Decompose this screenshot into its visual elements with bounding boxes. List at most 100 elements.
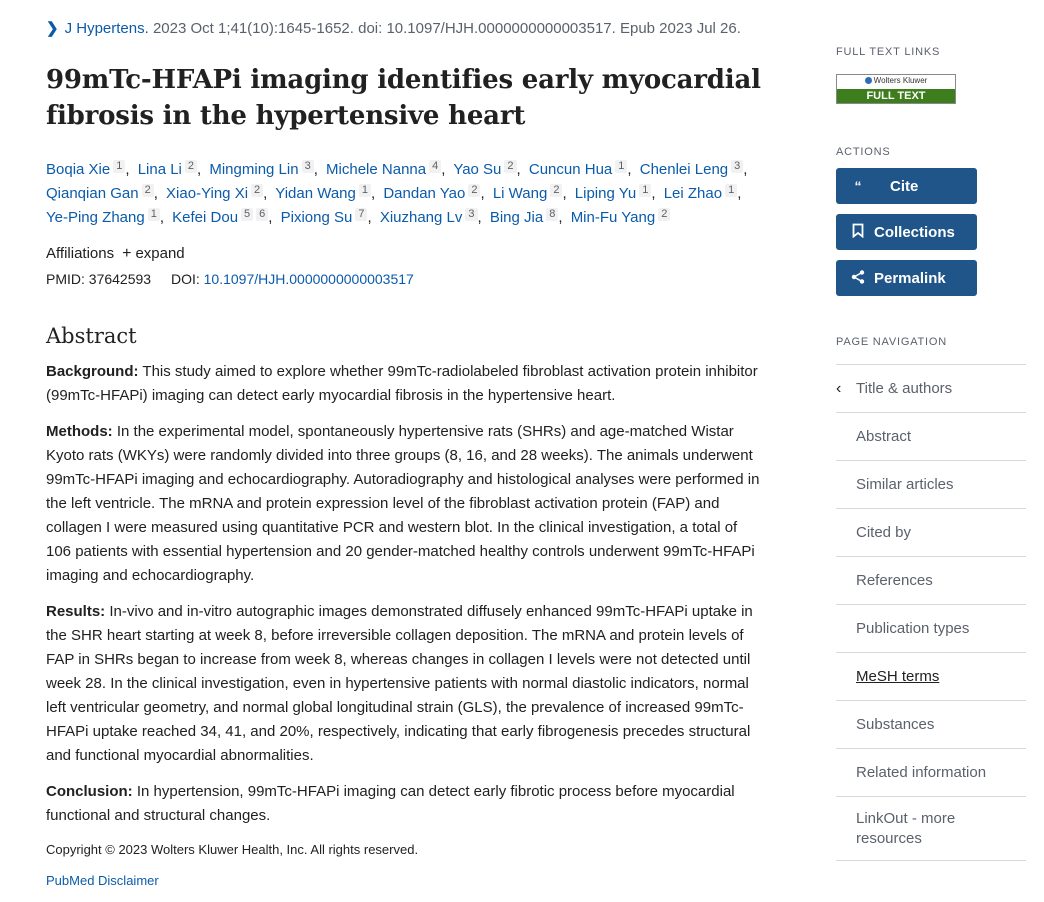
author-link[interactable]: Lei Zhao 1 xyxy=(664,184,738,202)
author-link[interactable]: Qianqian Gan 2 xyxy=(46,184,154,202)
author-link[interactable]: Lina Li 2 xyxy=(138,160,198,178)
author-link[interactable]: Liping Yu 1 xyxy=(575,184,652,202)
nav-label: Substances xyxy=(856,716,935,733)
author-link[interactable]: Boqia Xie 1 xyxy=(46,160,126,178)
plus-icon[interactable]: + xyxy=(122,245,131,262)
expand-label[interactable]: expand xyxy=(135,245,184,262)
author-link[interactable]: Yao Su 2 xyxy=(453,160,517,178)
chevron-left-icon: ‹ xyxy=(836,379,842,397)
permalink-button[interactable]: Permalink xyxy=(836,260,977,296)
chevron-right-icon[interactable]: ❯ xyxy=(46,20,59,37)
full-text-label: FULL TEXT xyxy=(837,89,955,103)
nav-label: Related information xyxy=(856,764,987,781)
author-name[interactable]: Lei Zhao xyxy=(664,185,722,202)
affiliation-number[interactable]: 4 xyxy=(429,160,442,173)
author-link[interactable]: Xiuzhang Lv 3 xyxy=(380,208,478,226)
affiliation-number[interactable]: 3 xyxy=(465,208,478,221)
author-name[interactable]: Pixiong Su xyxy=(281,209,353,226)
full-text-logo-link[interactable]: Wolters Kluwer FULL TEXT xyxy=(836,74,956,104)
affiliation-number[interactable]: 7 xyxy=(355,208,368,221)
author-name[interactable]: Yao Su xyxy=(453,161,501,178)
logo-brand-text: Wolters Kluwer xyxy=(873,76,928,85)
abstract-text: In-vivo and in-vitro autographic images … xyxy=(46,603,753,764)
author-name[interactable]: Michele Nanna xyxy=(326,161,426,178)
author-name[interactable]: Min-Fu Yang xyxy=(571,209,656,226)
author-link[interactable]: Li Wang 2 xyxy=(493,184,563,202)
affiliation-number[interactable]: 2 xyxy=(184,160,198,173)
author-link[interactable]: Michele Nanna 4 xyxy=(326,160,442,178)
affiliation-number[interactable]: 3 xyxy=(301,160,314,173)
author-name[interactable]: Cuncun Hua xyxy=(529,161,612,178)
cite-button[interactable]: “ Cite xyxy=(836,168,977,204)
affiliation-number[interactable]: 5 xyxy=(241,208,254,221)
author-separator: , xyxy=(562,185,567,202)
author-name[interactable]: Yidan Wang xyxy=(275,185,356,202)
nav-similar-articles[interactable]: Similar articles xyxy=(836,461,1026,509)
author-name[interactable]: Li Wang xyxy=(493,185,547,202)
author-name[interactable]: Boqia Xie xyxy=(46,161,110,178)
page-navigation: ‹ Title & authors Abstract Similar articl… xyxy=(836,364,1026,861)
affiliation-number[interactable]: 6 xyxy=(256,208,269,221)
nav-abstract[interactable]: Abstract xyxy=(836,413,1026,461)
abstract-methods: Methods: In the experimental model, spon… xyxy=(46,420,766,588)
author-link[interactable]: Mingming Lin 3 xyxy=(209,160,314,178)
affiliation-number[interactable]: 2 xyxy=(141,184,154,197)
affiliation-number[interactable]: 2 xyxy=(658,208,671,221)
author-separator: , xyxy=(558,209,563,226)
collections-button[interactable]: Collections xyxy=(836,214,977,250)
nav-linkout[interactable]: LinkOut - more resources xyxy=(836,797,1026,861)
pubmed-disclaimer-link[interactable]: PubMed Disclaimer xyxy=(46,873,766,888)
author-link[interactable]: Bing Jia 8 xyxy=(490,208,559,226)
author-link[interactable]: Chenlei Leng 3 xyxy=(640,160,744,178)
author-separator: , xyxy=(627,161,632,178)
article-title: 99mTc-HFAPi imaging identifies early myo… xyxy=(46,62,766,134)
author-name[interactable]: Xiao-Ying Xi xyxy=(166,185,248,202)
affiliation-number[interactable]: 1 xyxy=(725,184,738,197)
affiliation-number[interactable]: 3 xyxy=(731,160,744,173)
affiliation-number[interactable]: 1 xyxy=(358,184,371,197)
nav-related-information[interactable]: Related information xyxy=(836,749,1026,797)
author-name[interactable]: Mingming Lin xyxy=(209,161,298,178)
author-link[interactable]: Pixiong Su 7 xyxy=(281,208,368,226)
affiliation-number[interactable]: 1 xyxy=(113,160,126,173)
author-name[interactable]: Lina Li xyxy=(138,161,182,178)
nav-cited-by[interactable]: Cited by xyxy=(836,509,1026,557)
author-name[interactable]: Chenlei Leng xyxy=(640,161,728,178)
author-link[interactable]: Xiao-Ying Xi 2 xyxy=(166,184,264,202)
author-name[interactable]: Kefei Dou xyxy=(172,209,238,226)
nav-label: Publication types xyxy=(856,620,970,637)
affiliation-number[interactable]: 2 xyxy=(504,160,517,173)
author-link[interactable]: Kefei Dou 5 6 xyxy=(172,208,269,226)
author-name[interactable]: Qianqian Gan xyxy=(46,185,139,202)
author-name[interactable]: Bing Jia xyxy=(490,209,543,226)
affiliation-number[interactable]: 2 xyxy=(550,184,563,197)
affiliation-number[interactable]: 2 xyxy=(251,184,264,197)
page-navigation-heading: PAGE NAVIGATION xyxy=(836,336,948,348)
author-link[interactable]: Ye-Ping Zhang 1 xyxy=(46,208,160,226)
nav-publication-types[interactable]: Publication types xyxy=(836,605,1026,653)
author-separator: , xyxy=(737,185,742,202)
affiliation-number[interactable]: 1 xyxy=(615,160,628,173)
nav-references[interactable]: References xyxy=(836,557,1026,605)
author-name[interactable]: Dandan Yao xyxy=(383,185,465,202)
author-separator: , xyxy=(477,209,482,226)
affiliation-number[interactable]: 2 xyxy=(468,184,481,197)
doi-link[interactable]: 10.1097/HJH.0000000000003517 xyxy=(204,271,414,287)
author-link[interactable]: Dandan Yao 2 xyxy=(383,184,481,202)
journal-link[interactable]: J Hypertens. xyxy=(65,20,149,37)
author-name[interactable]: Liping Yu xyxy=(575,185,636,202)
affiliations-toggle[interactable]: Affiliations + expand xyxy=(46,242,766,266)
abstract-label: Conclusion: xyxy=(46,783,133,800)
affiliation-number[interactable]: 1 xyxy=(147,208,160,221)
nav-substances[interactable]: Substances xyxy=(836,701,1026,749)
author-name[interactable]: Xiuzhang Lv xyxy=(380,209,463,226)
nav-title-authors[interactable]: ‹ Title & authors xyxy=(836,365,1026,413)
nav-mesh-terms[interactable]: MeSH terms xyxy=(836,653,1026,701)
author-link[interactable]: Yidan Wang 1 xyxy=(275,184,371,202)
author-name[interactable]: Ye-Ping Zhang xyxy=(46,209,145,226)
affiliation-number[interactable]: 1 xyxy=(639,184,652,197)
author-link[interactable]: Cuncun Hua 1 xyxy=(529,160,628,178)
author-link[interactable]: Min-Fu Yang 2 xyxy=(571,208,671,226)
full-text-links-heading: FULL TEXT LINKS xyxy=(836,46,941,58)
affiliation-number[interactable]: 8 xyxy=(546,208,559,221)
